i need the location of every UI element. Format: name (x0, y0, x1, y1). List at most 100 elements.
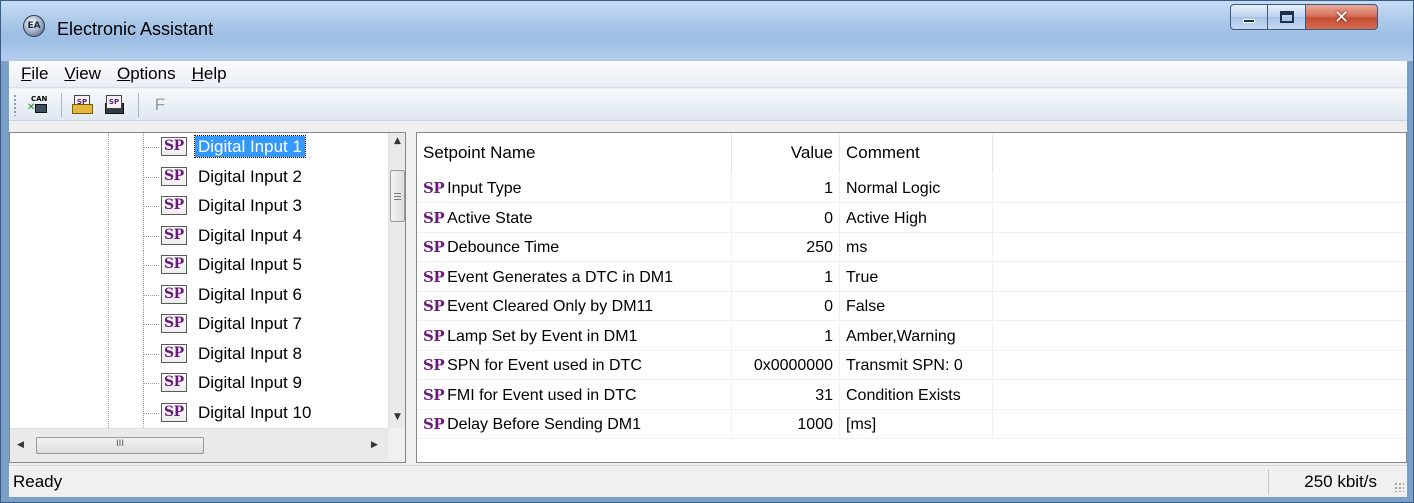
tree-item[interactable]: SP Digital Input 8 (10, 339, 388, 369)
cell-value[interactable]: 1 (732, 321, 840, 351)
tree-item[interactable]: SP Digital Input 6 (10, 280, 388, 310)
menu-options[interactable]: Options (109, 64, 184, 84)
cell-setpoint-name: SP Event Cleared Only by DM11 (417, 292, 732, 321)
minimize-icon (1243, 19, 1255, 23)
tree-item[interactable]: SP Digital Input 10 (10, 398, 388, 428)
table-row[interactable]: SP Event Generates a DTC in DM1 1 True (417, 262, 1406, 292)
table-row[interactable]: SP Lamp Set by Event in DM1 1 Amber,Warning (417, 321, 1406, 351)
cell-value[interactable]: 250 (732, 233, 840, 262)
cell-filler (993, 174, 1406, 203)
table-row[interactable]: SP Debounce Time 250 ms (417, 233, 1406, 262)
cell-setpoint-name: SP FMI for Event used in DTC (417, 380, 732, 410)
toolbar-separator (138, 92, 139, 117)
menu-accelerator: H (191, 64, 204, 83)
tree-item-label: Digital Input 3 (198, 196, 302, 215)
flash-button[interactable]: F (145, 92, 175, 118)
tree-item[interactable]: SP Digital Input 4 (10, 221, 388, 251)
title-bar[interactable]: EA Electronic Assistant ✕ (1, 1, 1413, 61)
tree-horizontal-scrollbar[interactable]: ◀ III ▶ (10, 428, 388, 462)
setpoint-icon: SP (161, 196, 187, 215)
cell-value[interactable]: 1 (732, 262, 840, 292)
scrollbar-corner (388, 428, 405, 462)
setpoint-icon: SP (423, 385, 445, 404)
cell-value[interactable]: 31 (732, 380, 840, 410)
table-row[interactable]: SP Input Type 1 Normal Logic (417, 174, 1406, 203)
tree-item[interactable]: SP Digital Input 5 (10, 251, 388, 280)
cell-value[interactable]: 0 (732, 203, 840, 233)
tree-item[interactable]: SP Digital Input 7 (10, 310, 388, 339)
scroll-right-arrow[interactable]: ▶ (366, 437, 383, 454)
tree-item[interactable]: SP Digital Input 9 (10, 369, 388, 398)
cell-filler (993, 292, 1406, 321)
tree-item-label: Digital Input 10 (198, 402, 312, 422)
setpoint-icon: SP (161, 373, 187, 392)
setpoint-icon: SP (161, 402, 187, 422)
setpoint-table: Setpoint Name Value Comment SP Input Type… (416, 132, 1407, 463)
app-icon[interactable]: EA (23, 15, 45, 37)
cell-value[interactable]: 1 (732, 174, 840, 203)
tree-item[interactable]: SP Digital Input 2 (10, 162, 388, 192)
menu-help[interactable]: Help (184, 64, 235, 84)
scroll-up-arrow[interactable]: ▲ (389, 133, 406, 150)
tree-item-label: Digital Input 5 (198, 255, 302, 274)
column-header-value[interactable]: Value (732, 133, 840, 173)
close-button[interactable]: ✕ (1306, 4, 1378, 30)
cell-comment: [ms] (840, 410, 993, 439)
table-row[interactable]: SP Active State 0 Active High (417, 203, 1406, 233)
cell-filler (993, 322, 1406, 351)
cell-value[interactable]: 1000 (732, 410, 840, 439)
setpoint-icon: SP (423, 208, 445, 227)
setpoint-tree: SP Digital Input 1 SP Digital Input 2 SP Digi… (9, 132, 406, 463)
setpoint-icon: SP (423, 415, 445, 433)
cell-value[interactable]: 0x0000000 (732, 351, 840, 380)
menu-label-rest: iew (75, 64, 101, 83)
save-setpoint-file-button[interactable]: SP (100, 92, 130, 118)
setpoint-icon: SP (423, 238, 445, 256)
tree-item-label: Digital Input 1 (194, 135, 306, 158)
setpoint-icon: SP (423, 297, 445, 315)
cell-filler (993, 381, 1406, 410)
table-row[interactable]: SP FMI for Event used in DTC 31 Condition E… (417, 380, 1406, 410)
cell-value[interactable]: 0 (732, 292, 840, 321)
scroll-down-arrow[interactable]: ▼ (389, 409, 406, 426)
menu-file[interactable]: File (13, 64, 56, 84)
table-header: Setpoint Name Value Comment (417, 133, 1406, 173)
setpoint-name-text: Debounce Time (447, 239, 560, 256)
cell-setpoint-name: SP Debounce Time (417, 233, 732, 262)
setpoint-icon: SP (161, 166, 187, 186)
resize-grip[interactable] (1387, 469, 1407, 495)
table-row[interactable]: SP SPN for Event used in DTC 0x0000000 Tran… (417, 351, 1406, 380)
tree-item-label: Digital Input 9 (198, 373, 302, 392)
menu-bar: File View Options Help (9, 61, 1407, 88)
setpoint-icon: SP (161, 314, 187, 333)
setpoint-name-text: Active State (447, 209, 533, 227)
column-header-filler (993, 133, 1406, 173)
table-row[interactable]: SP Event Cleared Only by DM11 0 False (417, 292, 1406, 321)
tree-items: SP Digital Input 1 SP Digital Input 2 SP Digi… (10, 133, 388, 428)
maximize-button[interactable] (1268, 4, 1306, 30)
setpoint-icon: SP (161, 284, 187, 304)
panel-splitter[interactable] (406, 132, 416, 463)
tree-item[interactable]: SP Digital Input 3 (10, 192, 388, 221)
folder-glyph (72, 103, 93, 114)
toolbar-grip[interactable] (13, 93, 17, 116)
tree-branch-line (143, 353, 159, 355)
tree-vertical-scrollbar[interactable]: ▲ ▼ (388, 133, 405, 428)
table-row[interactable]: SP Delay Before Sending DM1 1000 [ms] (417, 410, 1406, 439)
can-connect-button[interactable]: CAN ✕ (23, 92, 53, 118)
horizontal-scroll-thumb[interactable]: III (36, 437, 204, 454)
vertical-scroll-thumb[interactable] (390, 170, 405, 222)
tree-item[interactable]: SP Digital Input 1 (10, 133, 388, 162)
cell-filler (993, 351, 1406, 380)
menu-view[interactable]: View (56, 64, 109, 84)
setpoint-name-text: Lamp Set by Event in DM1 (447, 327, 638, 345)
status-text: Ready (9, 468, 1269, 495)
cell-setpoint-name: SP Input Type (417, 174, 732, 203)
column-header-setpoint-name[interactable]: Setpoint Name (417, 133, 732, 173)
open-setpoint-file-button[interactable]: SP (68, 92, 98, 118)
minimize-button[interactable] (1230, 4, 1268, 30)
column-header-comment[interactable]: Comment (840, 133, 993, 173)
scroll-left-arrow[interactable]: ◀ (12, 437, 29, 454)
cell-comment: False (840, 292, 993, 321)
cell-comment: True (840, 262, 993, 292)
